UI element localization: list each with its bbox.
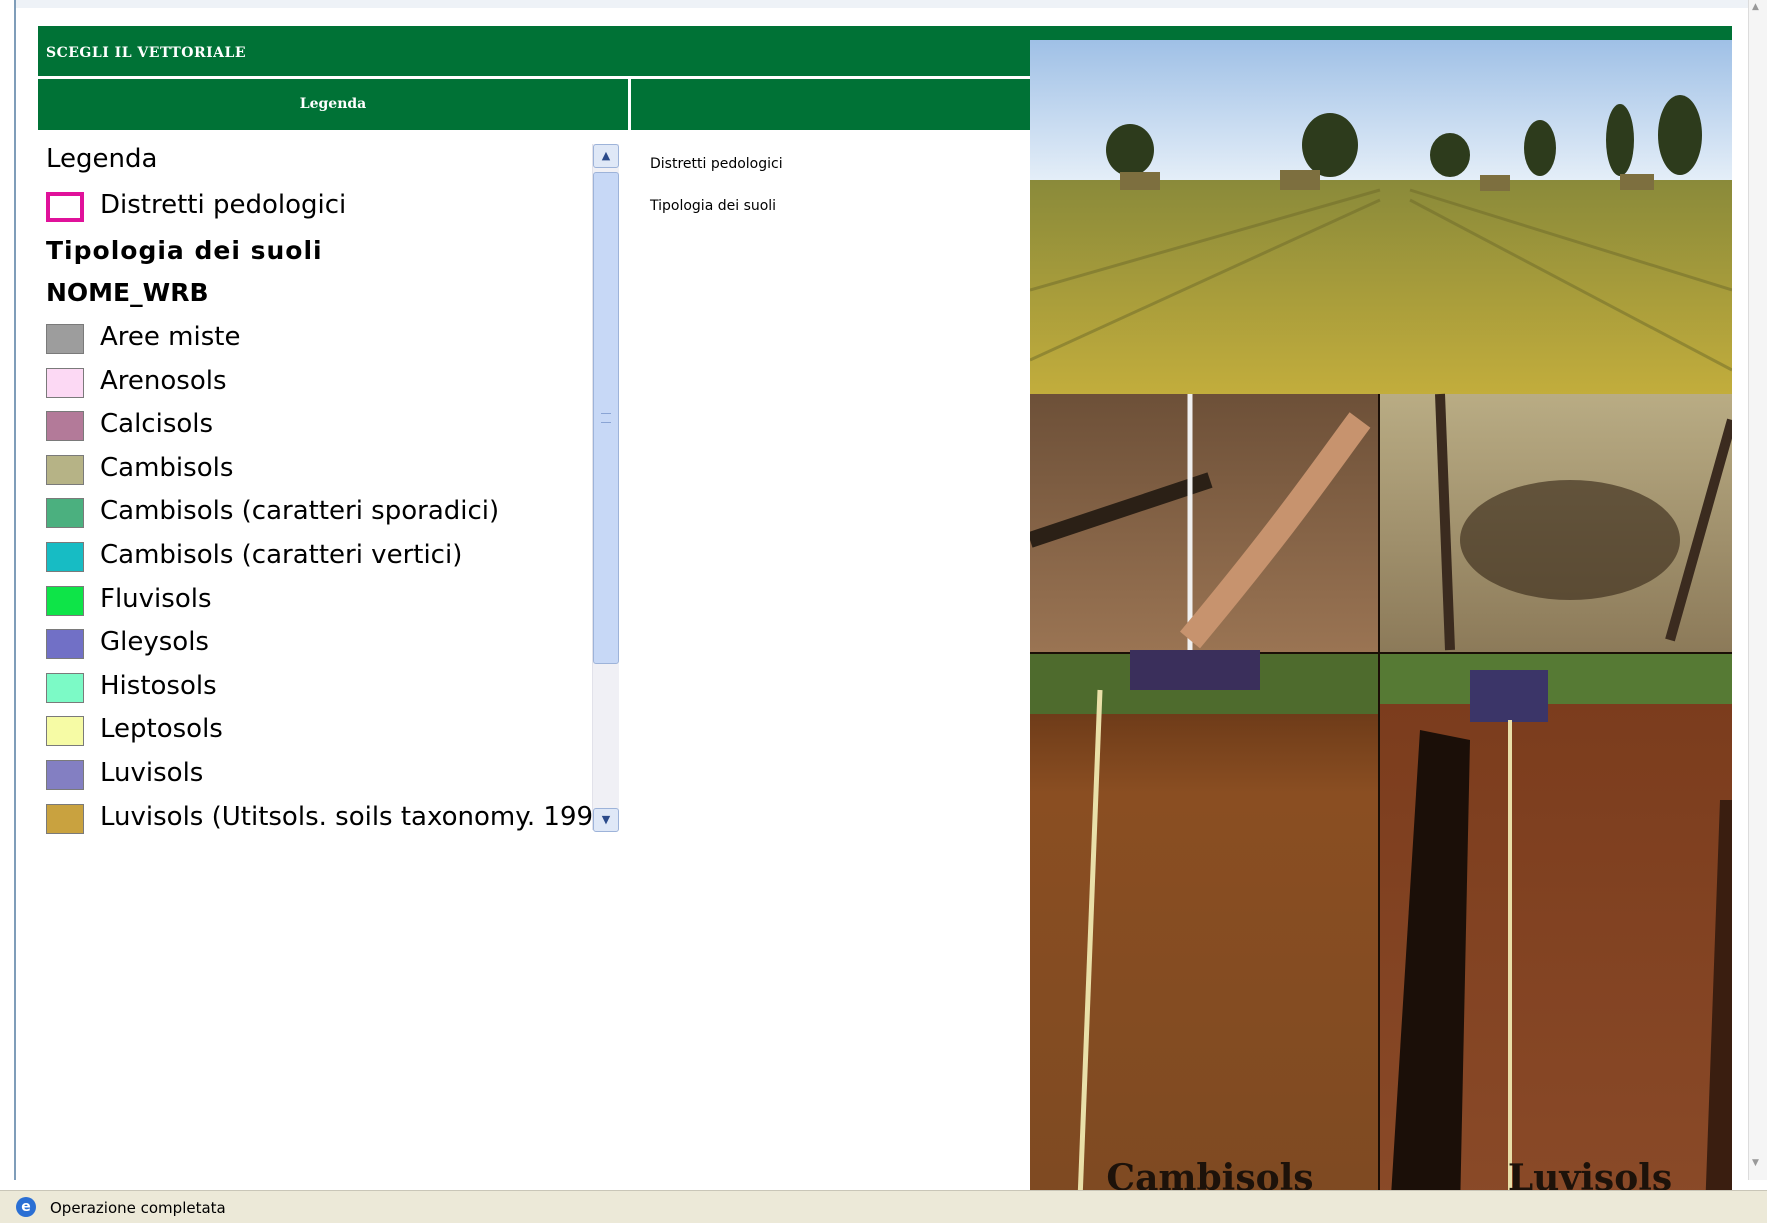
legend-column-heading: Legenda [38, 79, 628, 130]
legend-swatch [46, 411, 84, 442]
legend-panel: Legenda Distretti pedologici Tipologia d… [38, 136, 620, 836]
window-top-edge [14, 0, 1754, 8]
legend-field-name: NOME_WRB [46, 278, 209, 307]
soil-photo-collage-image: Cambisols Luvisols [1027, 40, 1737, 1212]
districts-swatch [46, 192, 84, 222]
legend-scrollbar[interactable]: ▲ ▼ [592, 144, 619, 832]
legend-item-label: Luvisols (Utitsols. soils taxonomy. 1998… [100, 801, 620, 832]
page-scroll-up-icon[interactable]: ▲ [1752, 2, 1764, 12]
internet-explorer-icon: e [16, 1197, 36, 1217]
legend-item-label: Cambisols [100, 452, 234, 483]
legend-swatch [46, 716, 84, 747]
status-bar: e Operazione completata [0, 1190, 1767, 1223]
legend-item-label: Luvisols [100, 758, 204, 788]
legend-title: Legenda [46, 144, 158, 174]
legend-swatch [46, 454, 84, 485]
legend-item-label: Cambisols (caratteri sporadici) [100, 496, 500, 527]
legend-swatch [46, 324, 84, 354]
legend-swatch [46, 367, 84, 398]
legend-item-label: Fluvisols [100, 583, 212, 614]
legend-swatch [46, 498, 84, 529]
legend-item-label: Calcisols [100, 409, 214, 440]
legend-swatch [46, 760, 84, 790]
page-scroll-down-icon[interactable]: ▼ [1752, 1158, 1764, 1172]
legend-swatch [46, 629, 84, 660]
legend-swatch [46, 672, 84, 703]
scroll-thumb[interactable] [593, 172, 619, 664]
scroll-up-button[interactable]: ▲ [593, 144, 619, 168]
legend-item-label: Histosols [100, 670, 217, 701]
legend-swatch [46, 542, 84, 572]
scroll-grip-icon [601, 413, 611, 423]
legend-item-label: Distretti pedologici [100, 190, 347, 220]
legend-item-label: Leptosols [100, 714, 223, 745]
window-left-edge [14, 0, 16, 1180]
legend-item-label: Aree miste [100, 322, 241, 352]
legend-swatch [46, 585, 84, 616]
layer-item-districts[interactable]: Distretti pedologici [650, 156, 783, 172]
page-scrollbar[interactable] [1748, 0, 1767, 1180]
layer-item-soil-types[interactable]: Tipologia dei suoli [650, 198, 776, 214]
legend-item-label: Arenosols [100, 365, 227, 396]
header-title: SCEGLI IL VETTORIALE [46, 45, 247, 61]
legend-item-label: Gleysols [100, 627, 209, 658]
soil-photo-collage: Cambisols Luvisols [1027, 40, 1737, 1212]
legend-section-title: Tipologia dei suoli [46, 236, 323, 265]
legend-swatch [46, 803, 84, 834]
status-text: Operazione completata [50, 1199, 226, 1217]
scroll-down-button[interactable]: ▼ [593, 808, 619, 832]
legend-item-label: Cambisols (caratteri vertici) [100, 540, 463, 570]
